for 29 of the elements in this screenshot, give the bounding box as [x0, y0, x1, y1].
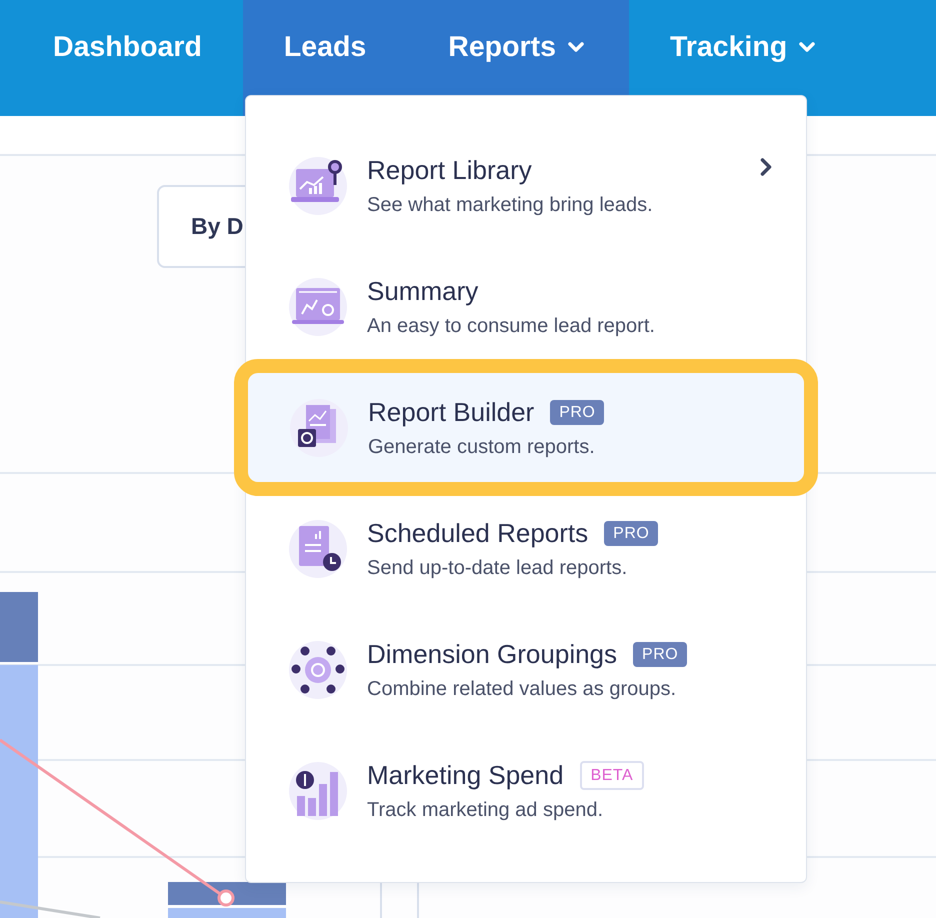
- menu-item-description: See what marketing bring leads.: [367, 194, 653, 216]
- status-badge: PRO: [633, 642, 688, 666]
- laptop-graph-icon: [287, 276, 349, 338]
- menu-item-title: Summary: [367, 276, 478, 306]
- menu-item-title: Marketing Spend: [367, 760, 564, 790]
- menu-item-description: Send up-to-date lead reports.: [367, 556, 628, 580]
- menu-item[interactable]: Report Builder PRO Generate custom reports.: [234, 359, 818, 496]
- menu-item-title: Dimension Groupings: [367, 638, 618, 670]
- report-gear-icon: [288, 396, 350, 458]
- chart-bar: [0, 592, 38, 662]
- dollar-bars-icon: [287, 760, 349, 822]
- menu-item[interactable]: Dimension Groupings PRO Combine related values as groups.: [246, 615, 806, 724]
- status-badge: BETA: [580, 760, 644, 790]
- document-clock-icon: [287, 518, 349, 580]
- menu-item[interactable]: Report Library See what marketing bring leads.: [246, 131, 806, 240]
- status-badge: PRO: [604, 520, 658, 546]
- menu-item-title: Report Builder: [368, 396, 534, 428]
- data-point: [218, 890, 234, 906]
- menu-item-description: Track marketing ad spend.: [367, 798, 604, 822]
- menu-item-title: Report Library: [367, 154, 532, 186]
- menu-item[interactable]: Scheduled Reports PRO Send up-to-date lead reports.: [246, 494, 806, 603]
- laptop-chart-icon: [287, 154, 349, 216]
- menu-item-description: Combine related values as groups.: [367, 678, 678, 700]
- menu-item-description: An easy to consume lead report.: [367, 314, 655, 338]
- menu-item-description: Generate custom reports.: [368, 436, 596, 458]
- menu-item[interactable]: Marketing Spend BETA Track marketing ad spend.: [246, 736, 806, 845]
- status-badge: PRO: [550, 400, 604, 424]
- menu-item[interactable]: Summary An easy to consume lead report.: [246, 252, 806, 361]
- menu-item-title: Scheduled Reports: [367, 518, 588, 548]
